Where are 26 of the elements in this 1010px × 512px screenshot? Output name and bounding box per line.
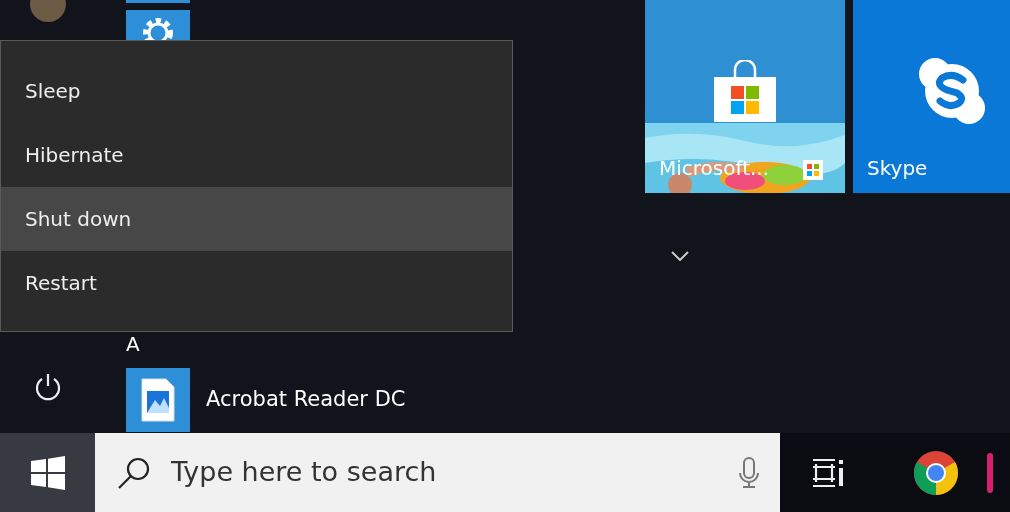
menu-item[interactable]: Shut down <box>1 187 512 251</box>
chevron-down-icon[interactable] <box>671 251 689 261</box>
chrome-icon[interactable] <box>913 449 959 496</box>
app-list-item[interactable]: Acrobat Reader DC <box>126 368 645 432</box>
app-tile[interactable] <box>126 10 190 40</box>
tile-label: Microsoft... <box>659 155 770 182</box>
menu-item[interactable]: Sleep <box>1 59 512 123</box>
search-icon <box>117 455 151 490</box>
menu-item[interactable]: Restart <box>1 251 512 315</box>
skype-icon <box>919 58 985 124</box>
document-icon <box>141 378 175 422</box>
windows-logo-icon <box>30 455 65 490</box>
task-view-icon[interactable] <box>811 457 845 488</box>
app-tile[interactable] <box>126 0 190 3</box>
store-badge-icon <box>803 160 823 180</box>
store-bag-icon <box>714 60 776 122</box>
start-button[interactable] <box>0 433 95 512</box>
gear-icon <box>143 18 173 40</box>
search-box[interactable]: Type here to search <box>95 433 780 512</box>
app-tile[interactable]: Skype <box>853 0 1010 193</box>
tile-label: Skype <box>867 155 928 182</box>
app-name: Acrobat Reader DC <box>206 386 406 414</box>
microphone-icon[interactable] <box>738 456 760 489</box>
section-header[interactable]: A <box>126 334 645 354</box>
menu-item[interactable]: Hibernate <box>1 123 512 187</box>
app-icon[interactable] <box>987 452 993 493</box>
